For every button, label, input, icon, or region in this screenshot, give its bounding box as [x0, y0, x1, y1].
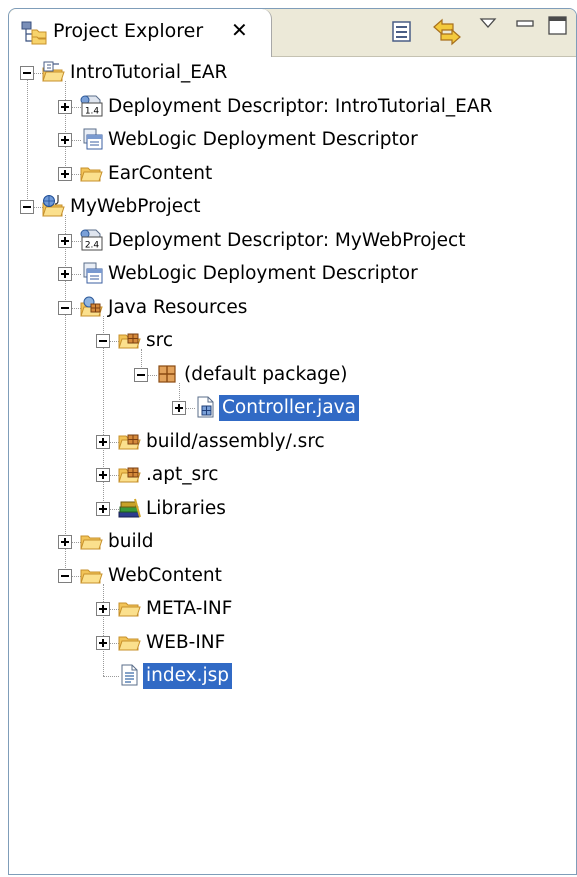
folder-icon: [79, 161, 103, 185]
maximize-button[interactable]: [547, 15, 569, 41]
expand-icon[interactable]: [96, 602, 110, 616]
project-explorer-icon: [21, 21, 47, 45]
collapse-icon[interactable]: [20, 200, 34, 214]
collapse-icon[interactable]: [96, 334, 110, 348]
link-with-editor-button[interactable]: [431, 18, 463, 46]
tree-item-label[interactable]: index.jsp: [143, 663, 233, 689]
expand-icon[interactable]: [58, 166, 72, 181]
deployment-descriptor-icon: 2.4: [79, 228, 103, 252]
web-project-icon: [41, 194, 65, 218]
folder-icon: [79, 563, 103, 587]
tree-item-label[interactable]: build/assembly/.src: [143, 429, 328, 455]
tree-item-label[interactable]: Deployment Descriptor: MyWebProject: [105, 228, 468, 254]
tree-item-label[interactable]: MyWebProject: [67, 194, 204, 220]
expand-icon[interactable]: [58, 233, 72, 248]
project-explorer-tab[interactable]: Project Explorer ✕: [9, 9, 272, 57]
tree-item-label[interactable]: WebContent: [105, 563, 225, 589]
package-icon: [155, 362, 179, 386]
deployment-descriptor-icon: 1.4: [79, 94, 103, 118]
tree-item-label[interactable]: build: [105, 529, 157, 555]
collapse-icon[interactable]: [58, 300, 72, 315]
tree-item-label[interactable]: (default package): [181, 362, 351, 388]
tree-item-label[interactable]: src: [143, 328, 176, 354]
jsp-file-icon: [117, 663, 141, 687]
folder-icon: [79, 529, 103, 553]
collapse-icon[interactable]: [134, 367, 148, 382]
maximize-icon: [548, 16, 567, 35]
collapse-all-button[interactable]: [391, 18, 415, 44]
view-title: Project Explorer: [53, 20, 204, 42]
folder-icon: [117, 596, 141, 620]
source-folder-icon: [117, 328, 141, 352]
expand-icon[interactable]: [58, 535, 72, 549]
tree-item-label[interactable]: Deployment Descriptor: IntroTutorial_EAR: [105, 94, 495, 120]
tree-item-label[interactable]: Controller.java: [219, 395, 359, 421]
tree-item-label[interactable]: IntroTutorial_EAR: [67, 60, 230, 86]
source-folder-icon: [117, 429, 141, 453]
minimize-button[interactable]: [515, 15, 535, 41]
collapse-all-icon: [392, 21, 411, 42]
folder-icon: [117, 630, 141, 654]
expand-icon[interactable]: [58, 267, 72, 281]
tree-item-label[interactable]: WEB-INF: [143, 630, 228, 656]
view-tab-bar: Project Explorer ✕: [9, 9, 576, 57]
tree-item-label[interactable]: .apt_src: [143, 462, 221, 488]
collapse-icon[interactable]: [58, 568, 72, 583]
expand-icon[interactable]: [96, 501, 110, 516]
tree-item-label[interactable]: META-INF: [143, 596, 235, 622]
project-tree: IntroTutorial_EAR 1.4 Deployment Descript…: [9, 57, 576, 874]
svg-text:1.4: 1.4: [85, 106, 100, 116]
view-menu-button[interactable]: [479, 15, 497, 41]
link-with-editor-icon: [433, 18, 461, 46]
java-resources-icon: [79, 295, 103, 319]
tree-item-label[interactable]: Java Resources: [105, 295, 250, 321]
ear-project-icon: [41, 60, 65, 84]
tree-item-label[interactable]: WebLogic Deployment Descriptor: [105, 127, 421, 153]
weblogic-descriptor-icon: [79, 127, 103, 151]
expand-icon[interactable]: [96, 468, 110, 482]
expand-icon[interactable]: [96, 434, 110, 449]
tree-connector: [27, 73, 28, 207]
view-menu-icon: [479, 18, 497, 28]
expand-icon[interactable]: [58, 99, 72, 114]
tree-connector: [103, 583, 104, 676]
minimize-icon: [516, 20, 534, 27]
project-explorer-view: Project Explorer ✕ IntroTutorial_EAR 1.4…: [8, 8, 577, 875]
source-folder-icon: [117, 462, 141, 486]
svg-text:2.4: 2.4: [85, 240, 100, 250]
tree-item-label[interactable]: EarContent: [105, 161, 215, 187]
expand-icon[interactable]: [58, 133, 72, 147]
weblogic-descriptor-icon: [79, 261, 103, 285]
expand-icon[interactable]: [172, 401, 186, 415]
tree-item-label[interactable]: Libraries: [143, 496, 229, 522]
libraries-icon: [117, 496, 141, 520]
tree-connector: [65, 81, 66, 174]
java-file-icon: [193, 395, 217, 419]
tree-item-label[interactable]: WebLogic Deployment Descriptor: [105, 261, 421, 287]
close-icon[interactable]: ✕: [231, 19, 248, 41]
collapse-icon[interactable]: [20, 66, 34, 80]
expand-icon[interactable]: [96, 635, 110, 650]
